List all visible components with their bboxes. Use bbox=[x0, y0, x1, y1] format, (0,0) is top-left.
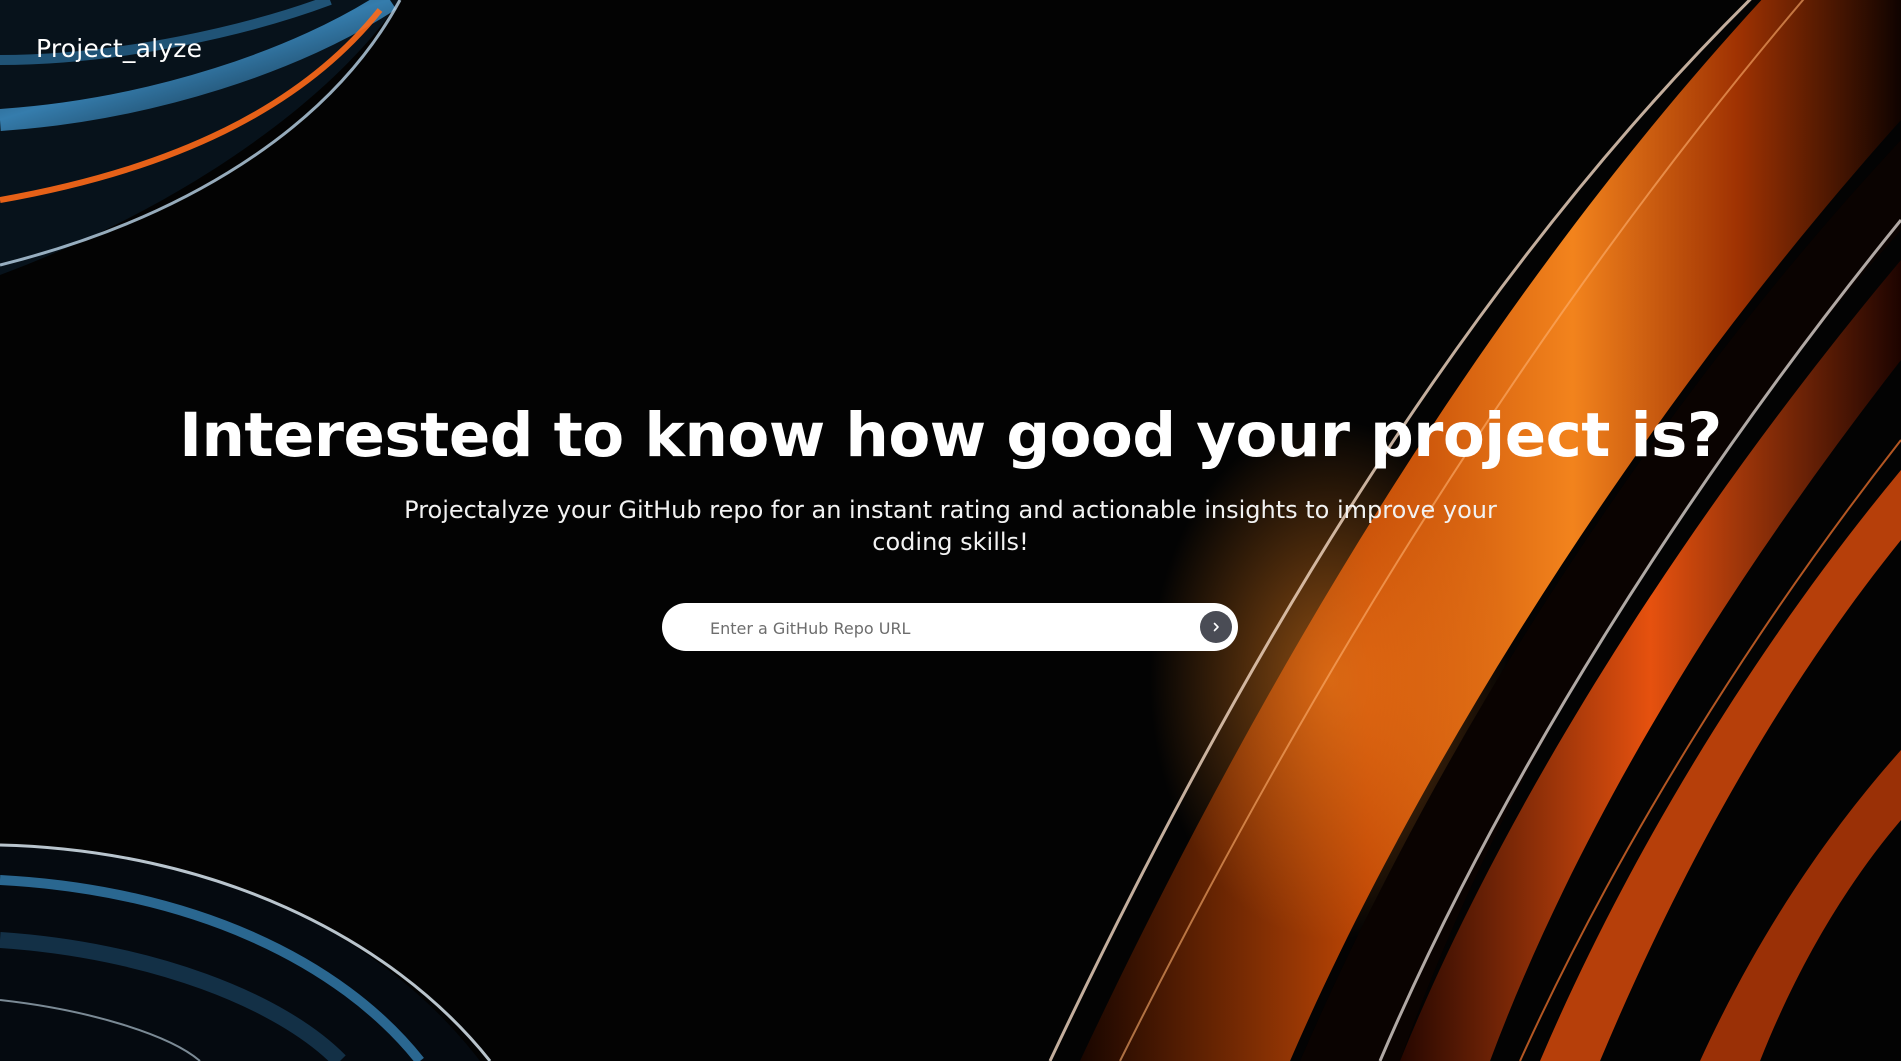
repo-url-search-bar bbox=[662, 603, 1238, 653]
hero-title: Interested to know how good your project… bbox=[179, 400, 1722, 471]
submit-button[interactable] bbox=[1200, 611, 1232, 643]
landing-page: Project_alyze Interested to know how goo… bbox=[0, 0, 1901, 1061]
hero-subtitle: Projectalyze your GitHub repo for an ins… bbox=[404, 496, 1497, 556]
brand-logo[interactable]: Project_alyze bbox=[36, 34, 202, 63]
hero-section: Interested to know how good your project… bbox=[0, 396, 1901, 558]
chevron-right-icon bbox=[1210, 621, 1222, 633]
repo-url-input[interactable] bbox=[708, 603, 1172, 653]
